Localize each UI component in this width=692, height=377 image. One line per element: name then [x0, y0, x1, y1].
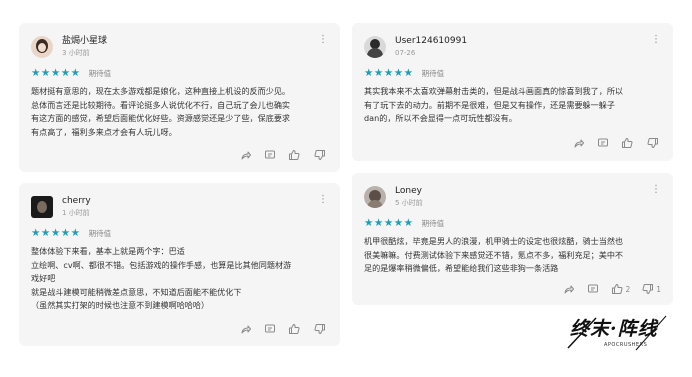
more-options-icon[interactable]: ⋮	[318, 195, 328, 205]
logo-title: 终末·阵线	[570, 318, 658, 340]
username[interactable]: Loney	[395, 186, 423, 197]
share-button[interactable]	[563, 283, 575, 295]
share-icon	[564, 285, 575, 294]
username[interactable]: User124610991	[395, 36, 467, 47]
thumbs-up-icon	[289, 324, 300, 334]
more-options-icon[interactable]: ⋮	[651, 35, 661, 45]
review-header: Loney 5 小时前 ⋮	[364, 183, 661, 211]
comment-button[interactable]	[264, 149, 276, 161]
share-button[interactable]	[240, 323, 252, 335]
review-time: 07-26	[395, 49, 416, 57]
share-button[interactable]	[240, 149, 252, 161]
review-time: 1 小时前	[62, 209, 90, 217]
comment-icon	[598, 138, 608, 147]
comment-icon	[265, 324, 275, 333]
share-icon	[574, 139, 584, 148]
review-actions	[561, 137, 661, 149]
dislike-button[interactable]	[314, 149, 328, 161]
dislike-count: 1	[656, 284, 661, 294]
like-button[interactable]	[288, 323, 302, 335]
review-header: cherry 1 小时前 ⋮	[31, 193, 328, 221]
thumbs-up-icon	[622, 138, 633, 148]
avatar[interactable]	[364, 186, 386, 208]
rating-row: ★★★★★ 期待值	[364, 67, 661, 79]
review-actions	[228, 323, 328, 335]
dislike-button[interactable]	[314, 323, 328, 335]
avatar[interactable]	[31, 196, 53, 218]
comment-button[interactable]	[264, 323, 276, 335]
thumbs-down-icon	[314, 324, 325, 334]
review-actions	[228, 149, 328, 161]
logo-subtitle: APOCRUSHERS	[604, 342, 648, 348]
thumbs-down-icon	[647, 138, 658, 148]
review-card: 盐焗小星球 3 小时前 ⋮ ★★★★★ 期待值 题材挺有意思的，现在太多游戏都是…	[19, 23, 340, 172]
rating-label: 期待值	[88, 228, 112, 238]
avatar[interactable]	[364, 36, 386, 58]
username[interactable]: 盐焗小星球	[62, 36, 107, 47]
like-button[interactable]: 2	[611, 283, 630, 295]
review-header: User124610991 07-26 ⋮	[364, 33, 661, 61]
username[interactable]: cherry	[62, 196, 91, 207]
star-rating: ★★★★★	[364, 217, 414, 229]
thumbs-down-icon	[642, 284, 654, 294]
thumbs-up-icon	[612, 284, 623, 294]
star-rating: ★★★★★	[364, 67, 414, 79]
star-rating: ★★★★★	[31, 67, 81, 79]
review-card: Loney 5 小时前 ⋮ ★★★★★ 期待值 机甲很酷炫，毕竟是男人的浪漫，机…	[352, 173, 673, 305]
more-options-icon[interactable]: ⋮	[318, 35, 328, 45]
game-logo: 终末·阵线 APOCRUSHERS	[566, 314, 672, 354]
review-header: 盐焗小星球 3 小时前 ⋮	[31, 33, 328, 61]
share-icon	[241, 325, 251, 334]
rating-label: 期待值	[421, 68, 445, 78]
comment-icon	[588, 284, 599, 293]
rating-row: ★★★★★ 期待值	[31, 227, 328, 239]
like-button[interactable]	[621, 137, 635, 149]
review-text: 机甲很酷炫，毕竟是男人的浪漫，机甲骑士的设定也很炫酷，骑士当然也 很美嘛嘛。付费…	[364, 236, 624, 273]
comment-button[interactable]	[587, 283, 599, 295]
review-text: 其实我本来不太喜欢弹幕射击类的，但是战斗画面真的惊喜到我了，所以 有了玩下去的动…	[364, 86, 624, 123]
share-icon	[241, 151, 251, 160]
rating-label: 期待值	[421, 218, 445, 228]
rating-label: 期待值	[88, 68, 112, 78]
dislike-button[interactable]	[647, 137, 661, 149]
comment-icon	[265, 150, 275, 159]
review-time: 3 小时前	[62, 49, 90, 57]
review-text: 整体体验下来看，基本上就是两个字：巴适 立绘啊、cv啊、都很不错。包括游戏的操作…	[31, 246, 292, 310]
comment-button[interactable]	[597, 137, 609, 149]
review-card: cherry 1 小时前 ⋮ ★★★★★ 期待值 整体体验下来看，基本上就是两个…	[19, 183, 340, 346]
like-count: 2	[625, 284, 631, 294]
rating-row: ★★★★★ 期待值	[31, 67, 328, 79]
thumbs-up-icon	[289, 150, 300, 160]
more-options-icon[interactable]: ⋮	[651, 185, 661, 195]
dislike-button[interactable]: 1	[642, 283, 661, 295]
review-actions: 2 1	[551, 283, 661, 295]
review-time: 5 小时前	[395, 199, 423, 207]
review-card: User124610991 07-26 ⋮ ★★★★★ 期待值 其实我本来不太喜…	[352, 23, 673, 161]
rating-row: ★★★★★ 期待值	[364, 217, 661, 229]
avatar[interactable]	[31, 36, 53, 58]
thumbs-down-icon	[314, 150, 325, 160]
like-button[interactable]	[288, 149, 302, 161]
review-text: 题材挺有意思的，现在太多游戏都是娘化，这种直接上机设的反而少见。 总体而言还是比…	[31, 86, 291, 137]
share-button[interactable]	[573, 137, 585, 149]
star-rating: ★★★★★	[31, 227, 81, 239]
